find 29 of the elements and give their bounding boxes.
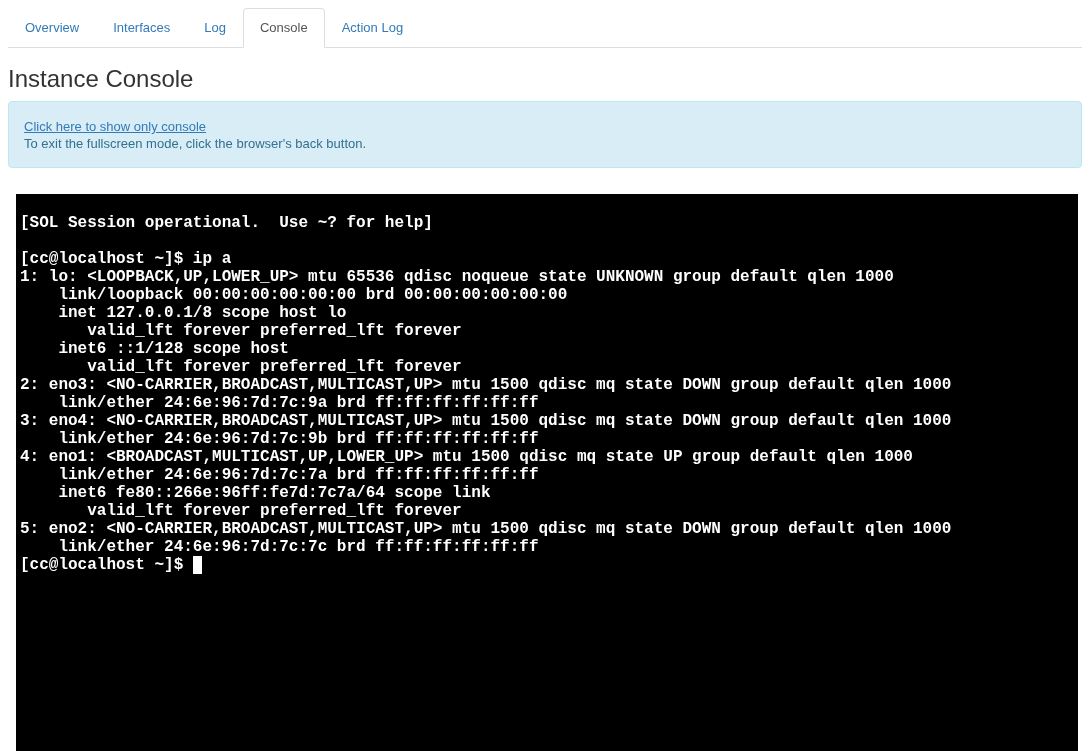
console-line: inet6 fe80::266e:96ff:fe7d:7c7a/64 scope link [57, 484, 491, 502]
tab[interactable]: Overview [8, 8, 97, 47]
console-line: link/loopback 00:00:00:00:00:00 brd 00:00:00:00:00:00 [57, 286, 568, 304]
page-heading: Instance Console [8, 65, 195, 93]
console-line: link/ether 24:6e:96:7d:7c:9a brd ff:ff:ff:ff:ff:ff [57, 394, 539, 412]
console-line: [SOL Session operational. Use ~? for help] [20, 214, 433, 232]
console-line: 3: eno4: <NO-CARRIER,BROADCAST,MULTICAST,UP> mtu 1500 qdisc mq state DOWN group default qlen 1000 [20, 412, 952, 430]
show-console-link[interactable]: Click here to show only console [24, 118, 207, 135]
console-line: inet 127.0.0.1/8 scope host lo [57, 304, 347, 322]
console-line: 4: eno1: <BROADCAST,MULTICAST,UP,LOWER_UP> mtu 1500 qdisc mq state UP group default qlen 1000 [20, 448, 913, 466]
console-line: [cc@localhost ~]$ [20, 556, 184, 574]
console-line: 1: lo: <LOOPBACK,UP,LOWER_UP> mtu 65536 qdisc noqueue state UNKNOWN group default qlen 1000 [20, 268, 894, 286]
console-line: 2: eno3: <NO-CARRIER,BROADCAST,MULTICAST,UP> mtu 1500 qdisc mq state DOWN group default qlen 1000 [20, 376, 952, 394]
console-line: valid_lft forever preferred_lft forever [86, 502, 462, 520]
console-line: link/ether 24:6e:96:7d:7c:9b brd ff:ff:ff:ff:ff:ff [57, 430, 539, 448]
console-line: inet6 ::1/128 scope host [57, 340, 289, 358]
console-line: valid_lft forever preferred_lft forever [86, 358, 462, 376]
tab[interactable]: Console [243, 8, 325, 48]
console-line: [cc@localhost ~]$ ip a [20, 250, 232, 268]
tab[interactable]: Action Log [324, 8, 421, 47]
console-line: link/ether 24:6e:96:7d:7c:7c brd ff:ff:ff:ff:ff:ff [57, 538, 539, 556]
console-line: 5: eno2: <NO-CARRIER,BROADCAST,MULTICAST,UP> mtu 1500 qdisc mq state DOWN group default qlen 1000 [20, 520, 952, 538]
console-line: link/ether 24:6e:96:7d:7c:7a brd ff:ff:ff:ff:ff:ff [57, 466, 539, 484]
tab[interactable]: Interfaces [96, 8, 188, 47]
console-line: valid_lft forever preferred_lft forever [86, 322, 462, 340]
tab[interactable]: Log [187, 8, 243, 47]
alert-text: To exit the fullscreen mode, click the browser's back button. [24, 135, 367, 152]
text-cursor [193, 556, 203, 574]
console-screen[interactable] [16, 194, 1078, 751]
